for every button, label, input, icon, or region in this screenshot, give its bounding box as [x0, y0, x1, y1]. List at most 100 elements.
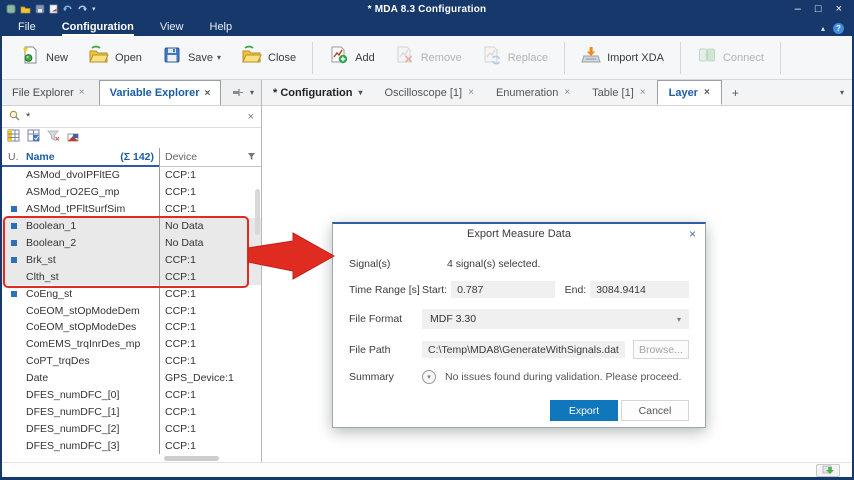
horizontal-scrollbar[interactable] — [164, 456, 219, 461]
tab-close-icon[interactable]: × — [640, 87, 646, 98]
new-button[interactable]: New — [10, 41, 78, 74]
add-layer-button[interactable]: + — [722, 80, 749, 105]
browse-button[interactable]: Browse... — [633, 340, 689, 359]
file-path-label: File Path — [349, 344, 422, 356]
tab-file-explorer[interactable]: File Explorer × — [2, 80, 95, 105]
save-button[interactable]: Save ▾ — [152, 41, 231, 74]
menu-help[interactable]: Help — [210, 21, 233, 36]
tab-variable-explorer[interactable]: Variable Explorer × — [99, 80, 222, 105]
variable-search-bar[interactable]: * × — [2, 106, 261, 128]
open-button[interactable]: Open — [78, 41, 152, 74]
close-label: Close — [268, 52, 296, 64]
customize-caret-icon[interactable]: ▾ — [92, 5, 96, 13]
variable-row[interactable]: Brk_stCCP:1 — [2, 251, 261, 268]
import-xda-button[interactable]: Import XDA — [571, 41, 674, 74]
variable-row[interactable]: CoEOM_stOpModeDesCCP:1 — [2, 319, 261, 336]
tab-close-icon[interactable]: × — [204, 88, 210, 99]
signal-flag-icon[interactable] — [67, 129, 79, 147]
column-header-device[interactable]: Device — [165, 151, 197, 163]
connect-button: Connect — [687, 41, 774, 74]
export-tray-icon — [821, 465, 835, 475]
variable-row[interactable]: DateGPS_Device:1 — [2, 370, 261, 387]
ribbon-separator — [312, 42, 313, 74]
variable-row[interactable]: DFES_numDFC_[0]CCP:1 — [2, 387, 261, 404]
tab-close-icon[interactable]: × — [704, 87, 710, 98]
variable-device: CCP:1 — [159, 251, 261, 268]
dialog-close-icon[interactable]: × — [689, 227, 696, 241]
variable-row[interactable]: Clth_stCCP:1 — [2, 268, 261, 285]
summary-label: Summary — [349, 371, 422, 383]
variable-name: CoEOM_stOpModeDem — [26, 305, 159, 317]
variable-row[interactable]: ComEMS_trqInrDes_mpCCP:1 — [2, 336, 261, 353]
ribbon-collapse-icon[interactable]: ▴ — [821, 24, 825, 33]
tab-close-icon[interactable]: × — [79, 87, 85, 98]
variable-row[interactable]: ASMod_tPFltSurfSimCCP:1 — [2, 201, 261, 218]
variable-row[interactable]: DFES_numDFC_[1]CCP:1 — [2, 403, 261, 420]
ribbon-separator — [564, 42, 565, 74]
menu-configuration[interactable]: Configuration — [62, 21, 134, 36]
tab-configuration[interactable]: * Configuration ▾ — [262, 80, 373, 105]
variable-row[interactable]: CoPT_trqDesCCP:1 — [2, 353, 261, 370]
tab-close-icon[interactable]: × — [564, 87, 570, 98]
minimize-button[interactable]: – — [795, 2, 801, 16]
grid-view-icon[interactable] — [7, 129, 20, 147]
add-button[interactable]: Add — [319, 41, 385, 74]
file-path-input[interactable]: C:\Temp\MDA8\GenerateWithSignals.dat — [422, 341, 625, 358]
open-folder-icon — [88, 45, 109, 70]
panel-menu-caret-icon[interactable]: ▾ — [250, 88, 254, 97]
variable-row[interactable]: DFES_numDFC_[3]CCP:1 — [2, 437, 261, 454]
chevron-down-icon[interactable]: ▾ — [358, 88, 362, 97]
variable-row[interactable]: ASMod_dvoIPFltEGCCP:1 — [2, 167, 261, 184]
tab-close-icon[interactable]: × — [468, 87, 474, 98]
tab-layer[interactable]: Layer × — [657, 80, 722, 105]
summary-expand-icon[interactable]: ▾ — [422, 370, 436, 384]
variable-list: ASMod_dvoIPFltEGCCP:1ASMod_rO2EG_mpCCP:1… — [2, 167, 261, 462]
menu-view[interactable]: View — [160, 21, 184, 36]
save-icon[interactable] — [35, 4, 45, 14]
start-input[interactable]: 0.787 — [451, 281, 555, 298]
variable-row[interactable]: Boolean_2No Data — [2, 235, 261, 252]
vertical-scrollbar[interactable] — [255, 189, 260, 235]
variable-row[interactable]: CoEOM_stOpModeDemCCP:1 — [2, 302, 261, 319]
tab-list-caret-icon[interactable]: ▾ — [840, 88, 844, 97]
search-input[interactable]: * — [26, 111, 242, 123]
undo-icon[interactable] — [62, 4, 73, 14]
title-bar: ▾ * MDA 8.3 Configuration – □ × — [2, 0, 852, 18]
tab-configuration-label: * Configuration — [273, 87, 352, 99]
tab-oscilloscope[interactable]: Oscilloscope [1] × — [373, 80, 485, 105]
save-dropdown-caret-icon[interactable]: ▾ — [217, 53, 221, 62]
variable-row[interactable]: ASMod_rO2EG_mpCCP:1 — [2, 184, 261, 201]
variable-device: GPS_Device:1 — [159, 370, 261, 387]
close-button[interactable]: × — [836, 2, 842, 16]
window-title: * MDA 8.3 Configuration — [122, 4, 732, 15]
variable-row[interactable]: DFES_numDFC_[2]CCP:1 — [2, 420, 261, 437]
variable-row[interactable]: CoEng_stCCP:1 — [2, 285, 261, 302]
menu-file[interactable]: File — [18, 21, 36, 36]
tab-table[interactable]: Table [1] × — [581, 80, 656, 105]
file-format-select[interactable]: MDF 3.30 ▾ — [422, 309, 689, 329]
search-clear-icon[interactable]: × — [248, 111, 254, 123]
filter-funnel-icon[interactable] — [248, 151, 261, 163]
export-button[interactable]: Export — [550, 400, 618, 421]
grid-edit-icon[interactable] — [27, 129, 40, 147]
variable-row[interactable]: Boolean_1No Data — [2, 218, 261, 235]
end-input[interactable]: 3084.9414 — [590, 281, 689, 298]
open-folder-icon[interactable] — [20, 4, 31, 14]
remove-signal-icon — [395, 45, 415, 70]
close-config-button[interactable]: Close — [231, 41, 306, 74]
help-icon[interactable]: ? — [833, 23, 844, 34]
export-document-icon[interactable] — [49, 4, 58, 14]
variable-device: CCP:1 — [159, 302, 261, 319]
app-icon[interactable] — [6, 4, 16, 14]
status-export-button[interactable] — [816, 464, 840, 477]
cancel-button[interactable]: Cancel — [621, 400, 689, 421]
filter-remove-icon[interactable] — [47, 129, 60, 147]
app-window: ▾ * MDA 8.3 Configuration – □ × File Con… — [0, 0, 854, 480]
redo-icon[interactable] — [77, 4, 88, 14]
column-header-name[interactable]: Name — [26, 151, 55, 163]
u-cell — [2, 257, 26, 263]
tab-enumeration[interactable]: Enumeration × — [485, 80, 581, 105]
maximize-button[interactable]: □ — [815, 2, 822, 16]
column-header-u[interactable]: U. — [2, 151, 26, 163]
pin-icon[interactable] — [232, 84, 243, 102]
